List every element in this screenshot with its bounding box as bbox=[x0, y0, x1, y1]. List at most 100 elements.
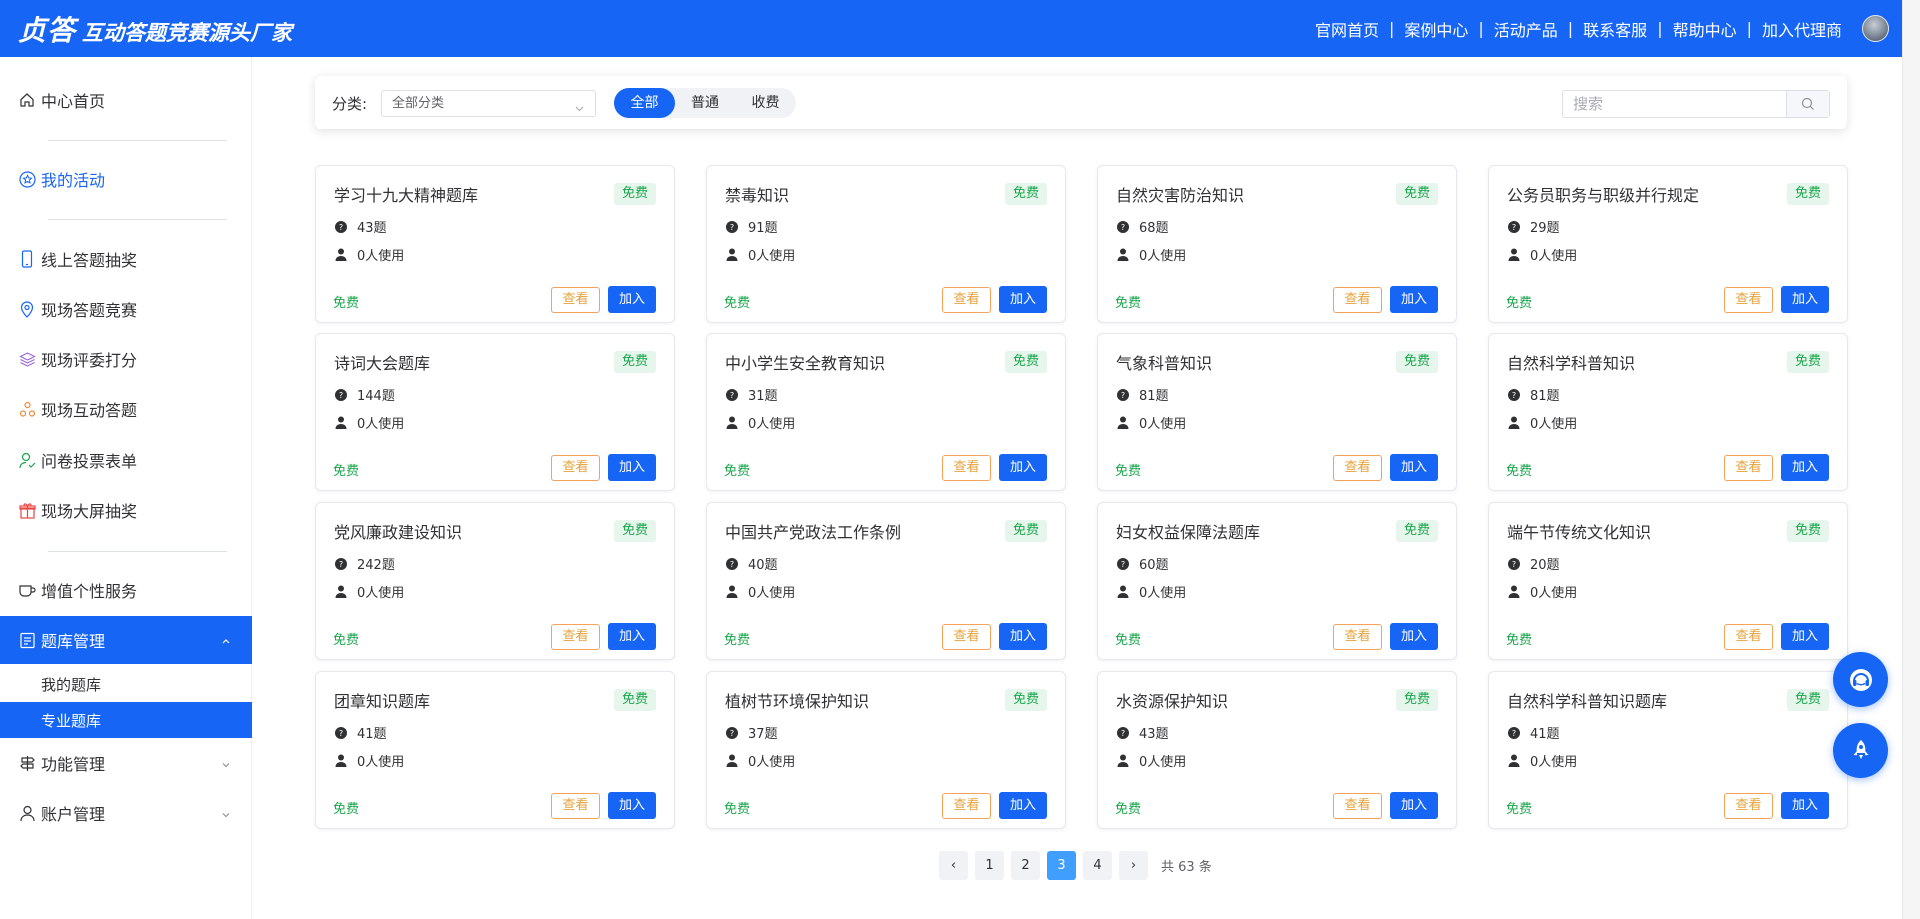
user-count: 0人使用 bbox=[334, 751, 404, 770]
bank-card: 诗词大会题库 免费 ? 144题 0人使用 免费 查看 加入 bbox=[315, 333, 675, 491]
join-button[interactable]: 加入 bbox=[608, 623, 656, 650]
search-input[interactable] bbox=[1563, 91, 1787, 117]
tab-normal[interactable]: 普通 bbox=[675, 88, 735, 118]
view-button[interactable]: 查看 bbox=[551, 455, 600, 481]
customer-service-button[interactable] bbox=[1833, 652, 1888, 707]
sidebar-item-value-added[interactable]: 增值个性服务 bbox=[0, 570, 252, 610]
question-count: ? 81题 bbox=[1116, 385, 1169, 404]
view-button[interactable]: 查看 bbox=[1724, 455, 1773, 481]
join-button[interactable]: 加入 bbox=[1781, 792, 1829, 819]
nav-support[interactable]: 联系客服 bbox=[1583, 17, 1647, 41]
join-button[interactable]: 加入 bbox=[1390, 623, 1438, 650]
sidebar-item-home[interactable]: 中心首页 bbox=[0, 80, 252, 120]
top-header: 贞答 互动答题竞赛源头厂家 官网首页 | 案例中心 | 活动产品 | 联系客服 … bbox=[0, 0, 1902, 57]
sidebar-subitem-professional-bank[interactable]: 专业题库 bbox=[0, 702, 252, 738]
join-button[interactable]: 加入 bbox=[608, 792, 656, 819]
join-button[interactable]: 加入 bbox=[1781, 454, 1829, 481]
question-count-value: 40题 bbox=[748, 558, 778, 573]
view-button[interactable]: 查看 bbox=[1333, 287, 1382, 313]
search-button[interactable] bbox=[1786, 91, 1829, 117]
svg-text:?: ? bbox=[1120, 729, 1124, 738]
view-button[interactable]: 查看 bbox=[1724, 793, 1773, 819]
sidebar-item-my-activities[interactable]: 我的活动 bbox=[0, 159, 252, 199]
nav-help[interactable]: 帮助中心 bbox=[1673, 17, 1737, 41]
user-icon bbox=[725, 416, 738, 429]
page-scrollbar[interactable] bbox=[1902, 0, 1920, 919]
price-label: 免费 bbox=[1506, 802, 1533, 817]
join-button[interactable]: 加入 bbox=[999, 454, 1047, 481]
view-button[interactable]: 查看 bbox=[551, 287, 600, 313]
category-select-value: 全部分类 bbox=[392, 96, 445, 111]
view-button[interactable]: 查看 bbox=[942, 793, 991, 819]
join-button[interactable]: 加入 bbox=[1390, 286, 1438, 313]
view-button[interactable]: 查看 bbox=[1333, 624, 1382, 650]
bank-title: 禁毒知识 bbox=[725, 186, 790, 205]
join-button[interactable]: 加入 bbox=[608, 454, 656, 481]
join-button[interactable]: 加入 bbox=[999, 623, 1047, 650]
free-badge: 免费 bbox=[1004, 520, 1047, 542]
nav-home[interactable]: 官网首页 bbox=[1315, 17, 1379, 41]
next-page-button[interactable]: › bbox=[1119, 851, 1148, 880]
sidebar-subitem-my-bank[interactable]: 我的题库 bbox=[0, 666, 252, 702]
question-count-value: 20题 bbox=[1530, 558, 1560, 573]
page-4-button[interactable]: 4 bbox=[1083, 851, 1112, 880]
user-icon bbox=[1507, 754, 1520, 767]
category-select[interactable]: 全部分类 bbox=[381, 90, 596, 117]
sidebar-item-onsite-contest[interactable]: 现场答题竞赛 bbox=[0, 289, 252, 329]
prev-page-button[interactable]: ‹ bbox=[939, 851, 968, 880]
logo[interactable]: 贞答 互动答题竞赛源头厂家 bbox=[18, 9, 292, 49]
sidebar-item-label: 题库管理 bbox=[41, 632, 106, 651]
sidebar-item-interactive-quiz[interactable]: 现场互动答题 bbox=[0, 389, 252, 429]
sidebar-item-judge-scoring[interactable]: 现场评委打分 bbox=[0, 339, 252, 379]
join-button[interactable]: 加入 bbox=[1390, 792, 1438, 819]
bank-card: 公务员职务与职级并行规定 免费 ? 29题 0人使用 免费 查看 加入 bbox=[1488, 165, 1848, 323]
nav-products[interactable]: 活动产品 bbox=[1494, 17, 1558, 41]
view-button[interactable]: 查看 bbox=[1724, 624, 1773, 650]
bank-card: 中国共产党政法工作条例 免费 ? 40题 0人使用 免费 查看 加入 bbox=[706, 502, 1066, 660]
question-count-value: 37题 bbox=[748, 727, 778, 742]
tab-all[interactable]: 全部 bbox=[614, 88, 675, 118]
page-2-button[interactable]: 2 bbox=[1011, 851, 1040, 880]
sidebar-item-survey-vote[interactable]: 问卷投票表单 bbox=[0, 440, 252, 480]
back-to-top-button[interactable] bbox=[1833, 723, 1888, 778]
svg-text:?: ? bbox=[338, 391, 342, 400]
view-button[interactable]: 查看 bbox=[1333, 793, 1382, 819]
view-button[interactable]: 查看 bbox=[942, 624, 991, 650]
view-button[interactable]: 查看 bbox=[942, 287, 991, 313]
tab-paid[interactable]: 收费 bbox=[735, 88, 796, 118]
join-button[interactable]: 加入 bbox=[1390, 454, 1438, 481]
svg-text:?: ? bbox=[1511, 729, 1515, 738]
join-button[interactable]: 加入 bbox=[999, 792, 1047, 819]
join-button[interactable]: 加入 bbox=[1781, 286, 1829, 313]
price-label: 免费 bbox=[724, 802, 751, 817]
sidebar-item-account-mgmt[interactable]: 账户管理 bbox=[0, 793, 252, 833]
sidebar-item-label: 中心首页 bbox=[41, 92, 106, 111]
page-3-button[interactable]: 3 bbox=[1047, 851, 1076, 880]
view-button[interactable]: 查看 bbox=[1333, 455, 1382, 481]
join-button[interactable]: 加入 bbox=[608, 286, 656, 313]
nav-cases[interactable]: 案例中心 bbox=[1404, 17, 1468, 41]
view-button[interactable]: 查看 bbox=[942, 455, 991, 481]
question-count: ? 29题 bbox=[1507, 217, 1560, 236]
sidebar-item-function-mgmt[interactable]: 功能管理 bbox=[0, 743, 252, 783]
bank-title: 端午节传统文化知识 bbox=[1507, 523, 1652, 542]
bank-card: 自然灾害防治知识 免费 ? 68题 0人使用 免费 查看 加入 bbox=[1097, 165, 1457, 323]
page-1-button[interactable]: 1 bbox=[975, 851, 1004, 880]
sidebar-divider bbox=[48, 219, 227, 220]
free-badge: 免费 bbox=[1786, 689, 1829, 711]
sidebar-item-screen-lottery[interactable]: 现场大屏抽奖 bbox=[0, 490, 252, 530]
sidebar-item-online-quiz[interactable]: 线上答题抽奖 bbox=[0, 239, 252, 279]
nav-separator: | bbox=[1746, 19, 1752, 38]
signpost-icon bbox=[17, 753, 37, 773]
free-badge: 免费 bbox=[1786, 520, 1829, 542]
view-button[interactable]: 查看 bbox=[551, 793, 600, 819]
sidebar-group-question-bank[interactable]: 题库管理 bbox=[0, 616, 252, 664]
view-button[interactable]: 查看 bbox=[551, 624, 600, 650]
join-button[interactable]: 加入 bbox=[999, 286, 1047, 313]
view-button[interactable]: 查看 bbox=[1724, 287, 1773, 313]
question-count-value: 68题 bbox=[1139, 221, 1169, 236]
user-avatar[interactable] bbox=[1862, 15, 1889, 42]
join-button[interactable]: 加入 bbox=[1781, 623, 1829, 650]
chevron-down-icon bbox=[574, 98, 585, 123]
nav-agent[interactable]: 加入代理商 bbox=[1762, 17, 1842, 41]
